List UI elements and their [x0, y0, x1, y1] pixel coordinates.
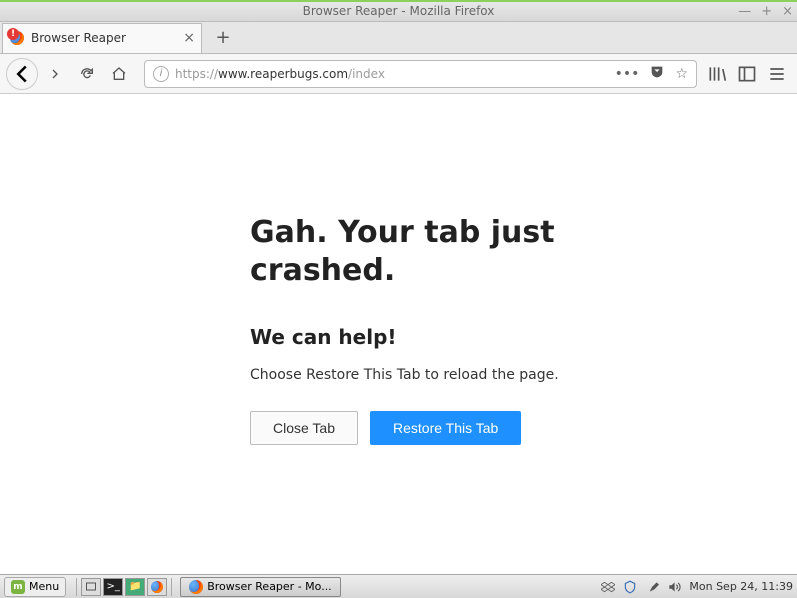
site-info-icon[interactable]: i — [153, 66, 169, 82]
firefox-launcher-icon[interactable] — [147, 578, 167, 596]
clock[interactable]: Mon Sep 24, 11:39 — [689, 580, 793, 593]
start-menu-button[interactable]: m Menu — [4, 577, 66, 597]
nav-bar: i https://www.reaperbugs.com/index ••• ☆ — [0, 54, 797, 94]
terminal-icon[interactable]: >_ — [103, 578, 123, 596]
minimize-icon[interactable]: — — [738, 4, 751, 19]
taskbar-window-item[interactable]: Browser Reaper - Mo... — [180, 577, 340, 597]
pocket-icon[interactable] — [649, 64, 665, 84]
crashed-tab-icon: ! — [9, 30, 25, 46]
window-title-bar: Browser Reaper - Mozilla Firefox — + × — [0, 0, 797, 22]
close-tab-button[interactable]: Close Tab — [250, 411, 358, 445]
brush-icon[interactable] — [645, 580, 659, 594]
volume-icon[interactable] — [667, 580, 681, 594]
help-description: Choose Restore This Tab to reload the pa… — [250, 367, 797, 383]
tab-browser-reaper[interactable]: ! Browser Reaper × — [2, 23, 202, 53]
file-manager-icon[interactable]: 📁 — [125, 578, 145, 596]
sidebar-icon[interactable] — [737, 64, 757, 84]
forward-button[interactable] — [40, 59, 70, 89]
window-title: Browser Reaper - Mozilla Firefox — [0, 4, 797, 18]
close-window-icon[interactable]: × — [782, 4, 793, 19]
home-button[interactable] — [104, 59, 134, 89]
tab-bar: ! Browser Reaper × + — [0, 22, 797, 54]
reload-button[interactable] — [72, 59, 102, 89]
mint-logo-icon: m — [11, 580, 25, 594]
menu-icon[interactable] — [767, 64, 787, 84]
page-content: Gah. Your tab just crashed. We can help!… — [0, 94, 797, 574]
crash-heading: Gah. Your tab just crashed. — [250, 214, 600, 289]
page-actions-icon[interactable]: ••• — [615, 66, 640, 82]
restore-tab-button[interactable]: Restore This Tab — [370, 411, 521, 445]
library-icon[interactable] — [707, 64, 727, 84]
new-tab-button[interactable]: + — [208, 23, 238, 53]
back-button[interactable] — [6, 58, 38, 90]
close-tab-icon[interactable]: × — [183, 30, 195, 46]
dropbox-icon[interactable] — [601, 580, 615, 594]
url-text: https://www.reaperbugs.com/index — [175, 67, 615, 81]
bookmark-star-icon[interactable]: ☆ — [675, 66, 688, 82]
taskbar: m Menu >_ 📁 Browser Reaper - Mo... Mon S… — [0, 574, 797, 598]
shield-icon[interactable] — [623, 580, 637, 594]
maximize-icon[interactable]: + — [761, 4, 772, 19]
help-heading: We can help! — [250, 325, 797, 349]
show-desktop-icon[interactable] — [81, 578, 101, 596]
tab-label: Browser Reaper — [31, 31, 177, 45]
firefox-icon — [189, 580, 203, 594]
url-bar[interactable]: i https://www.reaperbugs.com/index ••• ☆ — [144, 60, 697, 88]
system-tray: Mon Sep 24, 11:39 — [601, 580, 793, 594]
